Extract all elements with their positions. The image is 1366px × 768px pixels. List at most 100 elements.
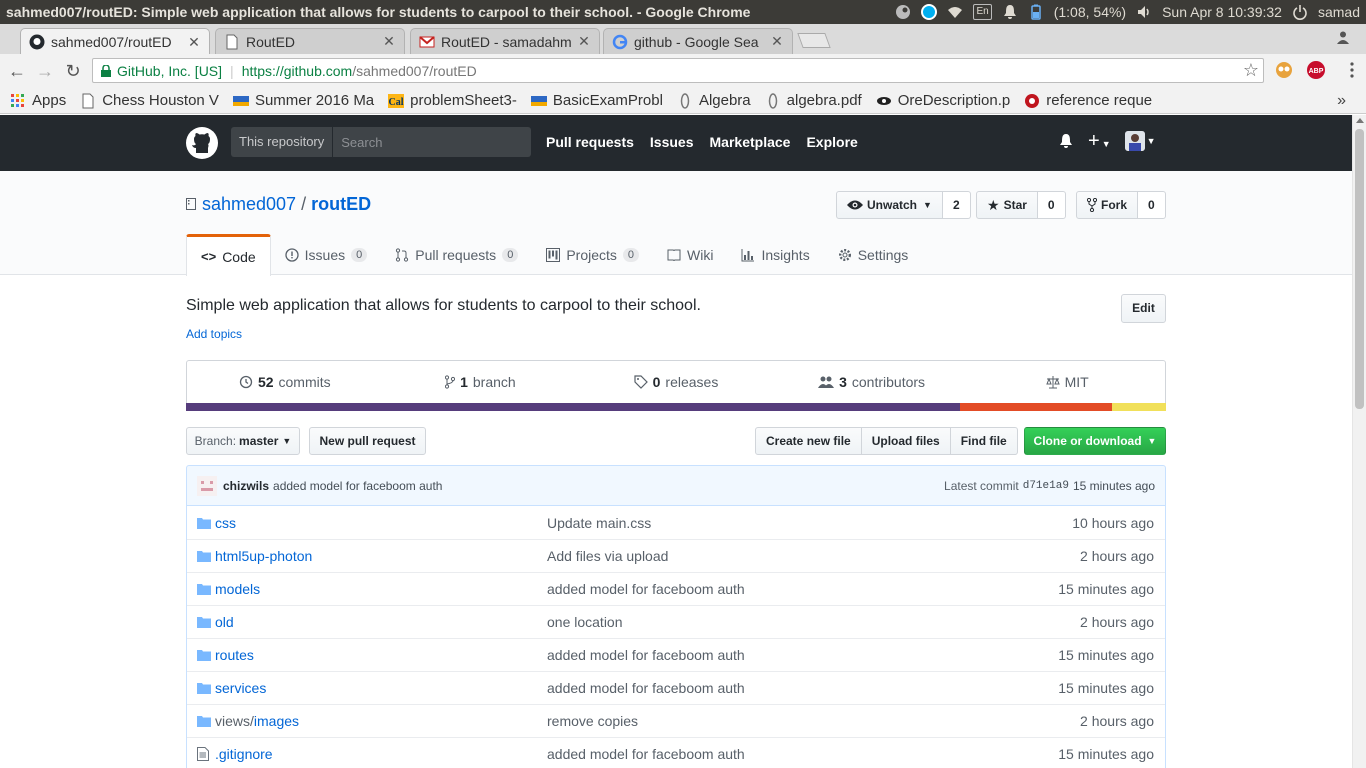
find-file-button[interactable]: Find file [949, 427, 1018, 455]
close-icon[interactable]: ✕ [187, 34, 201, 51]
bookmark-summer-2016[interactable]: Summer 2016 Ma [232, 92, 374, 109]
bookmark-apps[interactable]: Apps [10, 92, 66, 109]
search-scope[interactable]: This repository [231, 127, 334, 157]
edit-description-button[interactable]: Edit [1121, 294, 1166, 323]
license-link[interactable]: MIT [969, 374, 1165, 390]
tab-wiki[interactable]: Wiki [653, 234, 727, 275]
power-icon[interactable] [1292, 4, 1308, 20]
skype-icon[interactable] [921, 4, 938, 20]
scroll-up-arrow-icon[interactable] [1356, 118, 1364, 123]
tab-pull-requests[interactable]: Pull requests 0 [381, 234, 532, 275]
avatar[interactable] [197, 475, 217, 496]
repo-owner-link[interactable]: sahmed007 [202, 194, 296, 215]
file-commit-message[interactable]: added model for faceboom auth [547, 647, 995, 663]
language-segment[interactable] [186, 403, 961, 411]
commit-message-link[interactable]: added model for faceboom auth [273, 479, 442, 493]
commit-author-link[interactable]: chizwils [223, 479, 269, 493]
file-link[interactable]: css [215, 515, 236, 531]
file-link[interactable]: html5up-photon [215, 548, 312, 564]
create-new-file-button[interactable]: Create new file [755, 427, 862, 455]
file-link[interactable]: old [215, 614, 234, 630]
fork-count[interactable]: 0 [1138, 191, 1166, 219]
adblock-plus-icon[interactable]: ABP [1307, 61, 1325, 79]
add-topics-link[interactable]: Add topics [186, 327, 242, 341]
wifi-icon[interactable] [947, 4, 963, 20]
language-bar[interactable] [186, 403, 1166, 411]
fork-button[interactable]: Fork [1076, 191, 1139, 219]
file-commit-message[interactable]: one location [547, 614, 995, 630]
file-commit-message[interactable]: remove copies [547, 713, 995, 729]
bookmark-algebra[interactable]: Algebra [677, 92, 751, 109]
steam-icon[interactable] [895, 4, 911, 20]
file-commit-message[interactable]: added model for faceboom auth [547, 746, 995, 762]
contributors-link[interactable]: 3 contributors [774, 374, 970, 390]
tab-gmail[interactable]: RoutED - samadahm ✕ [410, 28, 600, 54]
reload-icon[interactable]: ↻ [64, 62, 82, 80]
repo-name-link[interactable]: routED [311, 194, 371, 215]
site-identity[interactable]: GitHub, Inc. [US] [117, 63, 222, 79]
branches-link[interactable]: 1 branch [383, 374, 579, 390]
tab-routed[interactable]: RoutED ✕ [215, 28, 405, 54]
new-pull-request-button[interactable]: New pull request [309, 427, 426, 455]
forward-icon[interactable]: → [36, 62, 54, 80]
close-icon[interactable]: ✕ [770, 33, 784, 50]
user-name[interactable]: samad [1318, 4, 1360, 20]
file-link[interactable]: images [254, 713, 299, 729]
file-link[interactable]: services [215, 680, 266, 696]
battery-icon[interactable] [1028, 4, 1044, 20]
tab-github-repo[interactable]: sahmed007/routED ✕ [20, 28, 210, 55]
battery-status[interactable]: (1:08, 54%) [1054, 4, 1126, 20]
commits-link[interactable]: 52 commits [187, 374, 383, 390]
star-count[interactable]: 0 [1037, 191, 1066, 219]
bookmark-reference-request[interactable]: reference reque [1024, 92, 1152, 109]
extension-owl-icon[interactable] [1275, 61, 1293, 79]
tab-google-search[interactable]: github - Google Sea ✕ [603, 28, 793, 54]
file-commit-message[interactable]: added model for faceboom auth [547, 680, 995, 696]
tab-issues[interactable]: Issues 0 [271, 234, 382, 275]
back-icon[interactable]: ← [8, 62, 26, 80]
close-icon[interactable]: ✕ [577, 33, 591, 50]
bookmark-problemsheet3[interactable]: Cal problemSheet3- [388, 92, 517, 109]
notification-bell-icon[interactable] [1002, 4, 1018, 20]
bookmark-algebra-pdf[interactable]: algebra.pdf [765, 92, 862, 109]
clock[interactable]: Sun Apr 8 10:39:32 [1162, 4, 1282, 20]
clone-or-download-button[interactable]: Clone or download ▼ [1024, 427, 1166, 455]
nav-issues[interactable]: Issues [650, 134, 694, 150]
bookmark-star-icon[interactable]: ☆ [1243, 60, 1259, 81]
commit-sha-link[interactable]: d71e1a9 [1023, 480, 1069, 492]
volume-icon[interactable] [1136, 4, 1152, 20]
file-link[interactable]: .gitignore [215, 746, 273, 762]
nav-explore[interactable]: Explore [806, 134, 857, 150]
file-link-prefix[interactable]: views/ [215, 713, 254, 729]
chrome-menu-icon[interactable] [1350, 62, 1354, 78]
create-new-menu[interactable]: + ▼ [1088, 131, 1111, 151]
file-commit-message[interactable]: Update main.css [547, 515, 995, 531]
file-commit-message[interactable]: Add files via upload [547, 548, 995, 564]
tab-insights[interactable]: Insights [727, 234, 823, 275]
new-tab-button[interactable] [797, 33, 831, 48]
bookmark-basicexamprobl[interactable]: BasicExamProbl [530, 92, 663, 109]
star-button[interactable]: ★ Star [976, 191, 1038, 219]
nav-pull-requests[interactable]: Pull requests [546, 134, 634, 150]
file-commit-message[interactable]: added model for faceboom auth [547, 581, 995, 597]
bookmark-chess-houston[interactable]: Chess Houston V [80, 92, 219, 109]
file-link[interactable]: routes [215, 647, 254, 663]
bookmark-oredescription[interactable]: OreDescription.p [876, 92, 1010, 109]
tab-code[interactable]: <> Code [186, 234, 271, 276]
page-scrollbar[interactable] [1352, 115, 1366, 768]
branch-select-button[interactable]: Branch: master ▼ [186, 427, 300, 455]
releases-link[interactable]: 0 releases [578, 374, 774, 390]
bookmarks-overflow-button[interactable]: » [1337, 88, 1346, 114]
upload-files-button[interactable]: Upload files [860, 427, 951, 455]
user-avatar-menu[interactable]: ▼ [1124, 131, 1156, 151]
language-segment[interactable] [960, 403, 1113, 411]
address-bar[interactable]: GitHub, Inc. [US] | https://github.com/s… [92, 58, 1264, 83]
search-input[interactable] [333, 134, 524, 150]
close-icon[interactable]: ✕ [382, 33, 396, 50]
tab-projects[interactable]: Projects 0 [532, 234, 653, 275]
watch-count[interactable]: 2 [942, 191, 971, 219]
github-logo-icon[interactable] [186, 127, 218, 159]
notification-bell-icon[interactable] [1058, 133, 1074, 149]
scrollbar-thumb[interactable] [1355, 129, 1364, 409]
file-link[interactable]: models [215, 581, 260, 597]
